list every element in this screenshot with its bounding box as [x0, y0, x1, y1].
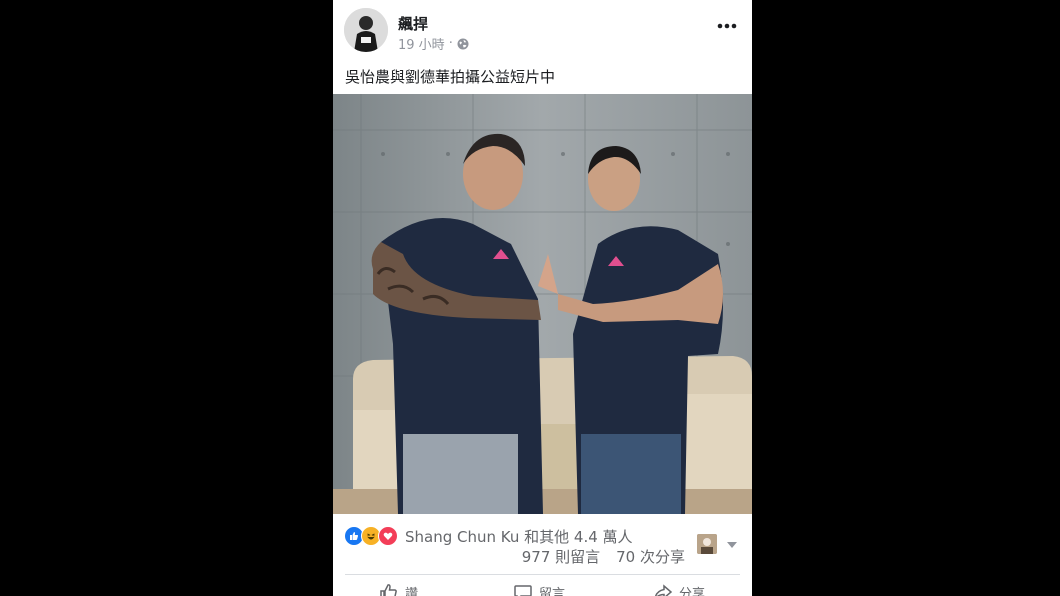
author-name[interactable]: 飆捍: [398, 13, 428, 34]
chevron-down-icon[interactable]: [725, 540, 739, 550]
author-avatar[interactable]: [344, 8, 388, 52]
viewer-avatar[interactable]: [697, 534, 717, 554]
post-photo[interactable]: [333, 94, 752, 514]
like-button[interactable]: 讚: [379, 580, 418, 596]
engagement-counts: 977 則留言 70 次分享: [333, 546, 685, 567]
love-icon: [378, 526, 398, 546]
like-outline-icon: [380, 584, 397, 596]
post-time[interactable]: 19 小時: [398, 34, 445, 53]
post-caption: 吳怡農與劉德華拍攝公益短片中: [345, 68, 556, 86]
comments-count[interactable]: 977 則留言: [522, 548, 600, 566]
share-icon: [654, 584, 673, 596]
reaction-icons: [344, 526, 400, 546]
share-button[interactable]: 分享: [653, 580, 705, 596]
comment-button[interactable]: 留言: [513, 580, 565, 596]
more-horizontal-icon: [717, 23, 737, 29]
avatar-image: [344, 8, 388, 52]
post-header: 飆捍 19 小時 ·: [333, 0, 752, 58]
more-options-button[interactable]: [714, 14, 740, 38]
post-meta: 19 小時 ·: [398, 34, 469, 53]
reactions-summary[interactable]: Shang Chun Ku 和其他 4.4 萬人 977 則留言 70 次分享: [333, 520, 752, 570]
globe-icon: [457, 38, 469, 49]
like-label: 讚: [405, 586, 419, 596]
photo-image: [333, 94, 752, 514]
comment-icon: [514, 585, 532, 596]
shares-count[interactable]: 70 次分享: [616, 548, 685, 566]
meta-separator: ·: [448, 36, 453, 51]
reactions-text[interactable]: Shang Chun Ku 和其他 4.4 萬人: [405, 526, 633, 547]
share-label: 分享: [679, 586, 706, 596]
divider: [345, 574, 740, 575]
viewer-avatar-image: [697, 534, 717, 554]
comment-label: 留言: [539, 586, 566, 596]
post-card: 飆捍 19 小時 · 吳怡農與劉德華拍攝公益短片中 Shang Chun Ku …: [333, 0, 752, 596]
